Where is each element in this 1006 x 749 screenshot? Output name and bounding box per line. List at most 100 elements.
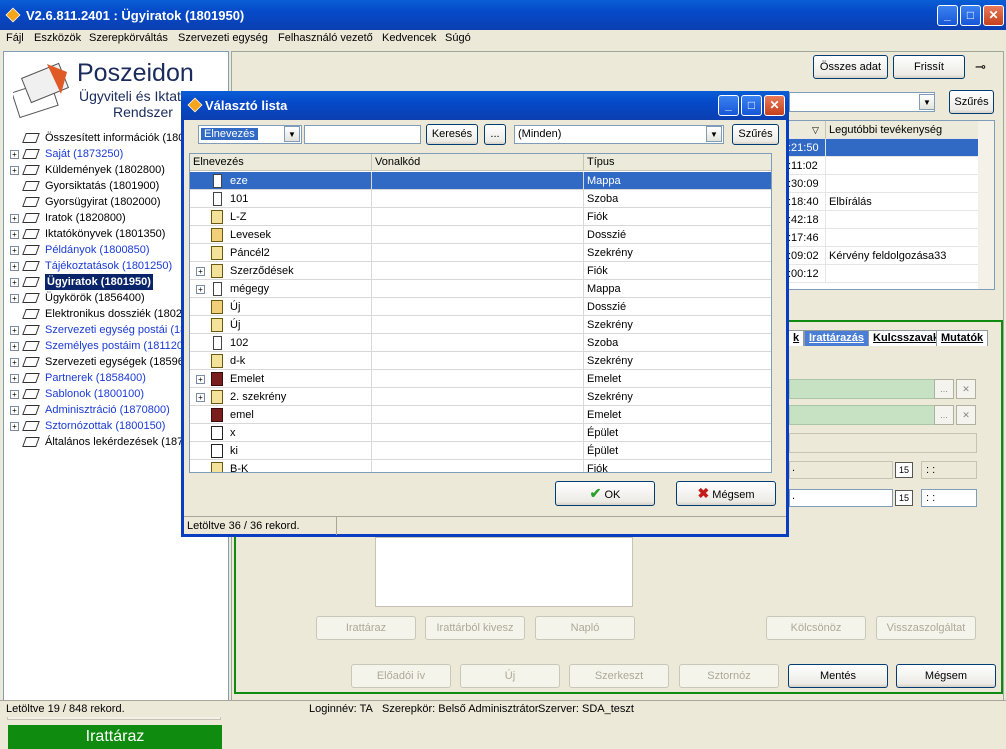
menu-user-manager[interactable]: Felhasználó vezető <box>278 32 373 44</box>
list-item[interactable]: Új Szekrény <box>190 316 771 334</box>
archive-field-2-browse-button[interactable]: ... <box>934 405 954 425</box>
kolcsonoz-button[interactable]: Kölcsönöz <box>766 616 866 640</box>
grid-cell-time[interactable]: :11:02 <box>788 157 826 175</box>
archive-field-1-browse-button[interactable]: ... <box>934 379 954 399</box>
minimize-button[interactable]: _ <box>937 5 958 26</box>
close-button[interactable]: ✕ <box>983 5 1004 26</box>
irattarbol-kivesz-button[interactable]: Irattárból kivesz <box>425 616 525 640</box>
calendar-icon[interactable]: 15 <box>895 490 913 506</box>
list-item[interactable]: Levesek Dosszié <box>190 226 771 244</box>
refresh-button[interactable]: Frissít <box>893 55 965 79</box>
naplo-button[interactable]: Napló <box>535 616 635 640</box>
pin-icon[interactable]: ⊸ <box>975 59 986 75</box>
expand-icon[interactable]: + <box>10 214 19 223</box>
edit-button[interactable]: Szerkeszt <box>569 664 669 688</box>
list-item[interactable]: B-K Fiók <box>190 460 771 472</box>
grid-cell-activity[interactable]: Kérvény feldolgozása33 <box>826 247 978 265</box>
list-item[interactable]: Új Dosszié <box>190 298 771 316</box>
dots-button[interactable]: ... <box>484 124 506 145</box>
list-item[interactable]: 102 Szoba <box>190 334 771 352</box>
grid-cell-activity[interactable] <box>826 229 978 247</box>
grid-cell-time[interactable]: :09:02 <box>788 247 826 265</box>
irattaraz-button[interactable]: Irattáraz <box>316 616 416 640</box>
expand-icon[interactable]: + <box>10 406 19 415</box>
expand-icon[interactable]: + <box>196 375 205 384</box>
dialog-cancel-button[interactable]: ✖ Mégsem <box>676 481 776 506</box>
date-field-2[interactable]: . <box>789 489 893 507</box>
list-item[interactable]: d-k Szekrény <box>190 352 771 370</box>
right-filter-combo[interactable] <box>789 92 935 112</box>
column-header-name[interactable]: Elnevezés <box>190 154 372 171</box>
menu-file[interactable]: Fájl <box>6 32 24 44</box>
grid-cell-time[interactable]: :21:50 <box>788 139 826 157</box>
list-item[interactable]: Páncél2 Szekrény <box>190 244 771 262</box>
list-item[interactable]: Emelet Emelet + <box>190 370 771 388</box>
expand-icon[interactable]: + <box>10 150 19 159</box>
expand-icon[interactable]: + <box>10 262 19 271</box>
grid-header-time[interactable]: ▽ <box>788 121 826 139</box>
menu-favorites[interactable]: Kedvencek <box>382 32 436 44</box>
expand-icon[interactable]: + <box>10 326 19 335</box>
expand-icon[interactable]: + <box>10 246 19 255</box>
menu-org-unit[interactable]: Szervezeti egység <box>178 32 268 44</box>
archive-field-1[interactable] <box>789 379 935 399</box>
notes-textarea[interactable] <box>375 537 633 607</box>
list-item[interactable]: mégegy Mappa + <box>190 280 771 298</box>
type-select[interactable]: (Minden) <box>514 125 724 144</box>
expand-icon[interactable]: + <box>196 267 205 276</box>
grid-cell-time[interactable]: :17:46 <box>788 229 826 247</box>
list-item[interactable]: eze Mappa <box>190 172 771 190</box>
expand-icon[interactable]: + <box>10 374 19 383</box>
expand-icon[interactable]: + <box>196 393 205 402</box>
maximize-button[interactable]: □ <box>960 5 981 26</box>
list-item[interactable]: 2. szekrény Szekrény + <box>190 388 771 406</box>
list-item[interactable]: ki Épület <box>190 442 771 460</box>
visszaszolgaltat-button[interactable]: Visszaszolgáltat <box>876 616 976 640</box>
all-data-button[interactable]: Összes adat <box>813 55 888 79</box>
grid-cell-activity[interactable] <box>826 265 978 283</box>
expand-icon[interactable]: + <box>10 278 19 287</box>
search-input[interactable] <box>304 125 421 144</box>
menu-help[interactable]: Súgó <box>445 32 471 44</box>
expand-icon[interactable]: + <box>10 358 19 367</box>
dialog-filter-button[interactable]: Szűrés <box>732 124 779 145</box>
time-field-1[interactable]: : : <box>921 461 977 479</box>
expand-icon[interactable]: + <box>196 285 205 294</box>
grid-cell-time[interactable]: :18:40 <box>788 193 826 211</box>
new-button[interactable]: Új <box>460 664 560 688</box>
column-header-barcode[interactable]: Vonalkód <box>372 154 584 171</box>
expand-icon[interactable]: + <box>10 230 19 239</box>
list-item[interactable]: 101 Szoba <box>190 190 771 208</box>
menu-role-switch[interactable]: Szerepkörváltás <box>89 32 168 44</box>
archive-field-1-clear-icon[interactable]: ✕ <box>956 379 976 399</box>
expand-icon[interactable]: + <box>10 294 19 303</box>
tab-mutatok[interactable]: Mutatók <box>936 330 989 346</box>
list-item[interactable]: x Épület <box>190 424 771 442</box>
list-item[interactable]: Szerződések Fiók + <box>190 262 771 280</box>
grid-cell-activity[interactable] <box>826 139 978 157</box>
eloadoi-iv-button[interactable]: Előadói ív <box>351 664 451 688</box>
dialog-maximize-button[interactable]: □ <box>741 95 762 116</box>
right-filter-button[interactable]: Szűrés <box>949 90 994 114</box>
grid-cell-activity[interactable]: Elbírálás <box>826 193 978 211</box>
expand-icon[interactable]: + <box>10 390 19 399</box>
grid-cell-activity[interactable] <box>826 211 978 229</box>
dialog-minimize-button[interactable]: _ <box>718 95 739 116</box>
search-button[interactable]: Keresés <box>426 124 478 145</box>
time-field-2[interactable]: : : <box>921 489 977 507</box>
grid-cell-activity[interactable] <box>826 175 978 193</box>
list-item[interactable]: L-Z Fiók <box>190 208 771 226</box>
calendar-icon[interactable]: 15 <box>895 462 913 478</box>
list-item[interactable]: emel Emelet <box>190 406 771 424</box>
chevron-down-icon[interactable]: ▼ <box>706 126 722 142</box>
expand-icon[interactable]: + <box>10 342 19 351</box>
grid-cell-time[interactable]: :42:18 <box>788 211 826 229</box>
save-button[interactable]: Mentés <box>788 664 888 688</box>
expand-icon[interactable]: + <box>10 422 19 431</box>
grid-cell-activity[interactable] <box>826 157 978 175</box>
expand-icon[interactable]: + <box>10 166 19 175</box>
chevron-down-icon[interactable]: ▼ <box>284 126 300 142</box>
grid-header-last-activity[interactable]: Legutóbbi tevékenység <box>826 121 978 139</box>
archive-field-2[interactable] <box>789 405 935 425</box>
tab-irattarazas[interactable]: Irattárazás <box>804 330 870 346</box>
